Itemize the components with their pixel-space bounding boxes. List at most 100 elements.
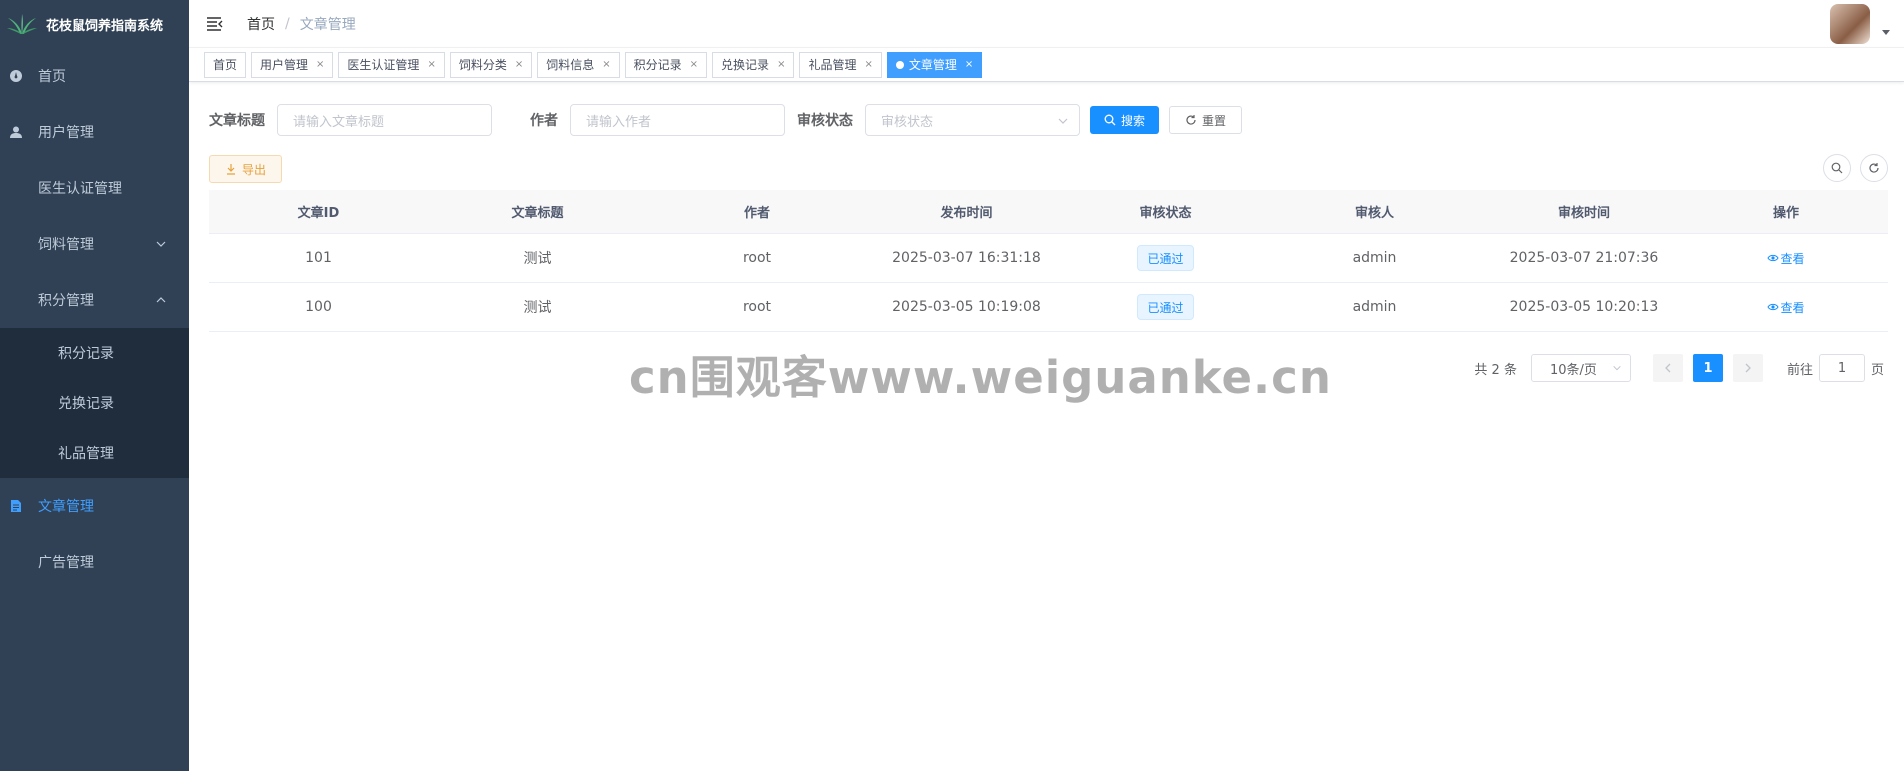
close-icon[interactable]: × [690, 59, 698, 70]
cell-title: 测试 [523, 300, 552, 316]
table-row: 101 测试 root 2025-03-07 16:31:18 已通过 admi… [209, 234, 1888, 283]
status-placeholder: 审核状态 [881, 114, 934, 130]
app-title: 花枝鼠饲养指南系统 [46, 18, 164, 34]
close-icon[interactable]: × [515, 59, 523, 70]
tag-label: 兑换记录 [721, 58, 770, 72]
sidebar-item-articles[interactable]: 文章管理 [0, 478, 189, 534]
column-header: 操作 [1772, 206, 1799, 221]
close-icon[interactable]: × [316, 59, 324, 70]
avatar[interactable] [1830, 4, 1870, 44]
chevron-down-icon [1058, 118, 1068, 124]
column-header: 作者 [743, 206, 770, 221]
view-button[interactable]: 查看 [1767, 299, 1805, 316]
author-placeholder: 请输入作者 [586, 114, 652, 130]
hamburger-icon[interactable] [205, 14, 225, 34]
search-icon [1104, 114, 1116, 126]
tag-label: 饲料信息 [546, 58, 595, 72]
table-header: 文章ID 文章标题 作者 发布时间 审核状态 审核人 审核时间 操作 [209, 190, 1888, 234]
tag-label: 礼品管理 [808, 58, 857, 72]
user-icon [8, 124, 24, 140]
cell-author: root [742, 250, 772, 266]
breadcrumb: 首页 / 文章管理 [247, 14, 356, 34]
column-header: 文章ID [297, 206, 340, 221]
cell-title: 测试 [523, 251, 552, 267]
cell-id: 100 [305, 299, 332, 315]
column-header: 审核人 [1354, 206, 1394, 221]
chevron-down-icon [156, 241, 166, 247]
watermark: cn围观客www.weiguanke.cn [629, 351, 1332, 404]
page-size-value: 10条/页 [1549, 362, 1597, 378]
dashboard-icon [8, 68, 24, 84]
submenu-item-exchange-records[interactable]: 兑换记录 [0, 378, 189, 428]
sidebar-item-label: 首页 [38, 69, 66, 85]
chevron-left-icon [1665, 363, 1671, 373]
search-button-label: 搜索 [1121, 113, 1146, 128]
sidebar-item-users[interactable]: 用户管理 [0, 104, 189, 160]
view-label: 查看 [1780, 300, 1805, 315]
cell-action: 查看 [1684, 250, 1888, 267]
title-label: 文章标题 [209, 113, 265, 129]
cell-publish-time: 2025-03-07 16:31:18 [892, 250, 1041, 266]
status-badge: 已通过 [1137, 245, 1194, 271]
search-form: 文章标题 请输入文章标题 作者 请输入作者 审核状态 审核状态 搜索 重置 [209, 104, 1243, 136]
close-icon[interactable]: × [965, 59, 973, 70]
search-icon [1831, 162, 1843, 174]
logo: 花枝鼠饲养指南系统 [0, 0, 189, 48]
active-dot-icon [895, 60, 904, 69]
tag-exchange-records[interactable]: 兑换记录 × [712, 51, 795, 78]
next-page-button[interactable] [1732, 354, 1763, 382]
export-button-label: 导出 [241, 162, 266, 177]
tag-points-records[interactable]: 积分记录 × [624, 51, 708, 78]
close-icon[interactable]: × [427, 59, 435, 70]
refresh-button[interactable] [1860, 154, 1888, 182]
cell-review-time: 2025-03-07 21:07:36 [1509, 250, 1659, 266]
status-select[interactable]: 审核状态 [865, 104, 1080, 136]
sidebar-item-feed[interactable]: 饲料管理 [0, 216, 189, 272]
goto-page-input[interactable]: 1 [1818, 354, 1865, 382]
tag-label: 积分记录 [633, 58, 682, 72]
caret-down-icon[interactable] [1882, 30, 1890, 35]
tag-articles[interactable]: 文章管理 × [886, 51, 983, 78]
author-label: 作者 [530, 113, 558, 129]
tag-label: 首页 [213, 58, 238, 72]
sidebar-item-doctor-auth[interactable]: 医生认证管理 [0, 160, 189, 216]
title-input[interactable]: 请输入文章标题 [277, 104, 492, 136]
page-unit-label: 页 [1870, 362, 1884, 378]
sidebar-item-label: 饲料管理 [38, 237, 94, 253]
close-icon[interactable]: × [864, 59, 872, 70]
breadcrumb-home[interactable]: 首页 [247, 14, 275, 34]
status-badge: 已通过 [1137, 294, 1194, 320]
close-icon[interactable]: × [602, 59, 610, 70]
page-number-current[interactable]: 1 [1692, 354, 1723, 382]
author-input[interactable]: 请输入作者 [570, 104, 785, 136]
sidebar-item-home[interactable]: 首页 [0, 48, 189, 104]
plant-logo-icon [7, 14, 37, 34]
tag-doctor-auth[interactable]: 医生认证管理 × [338, 51, 445, 78]
prev-page-button[interactable] [1652, 354, 1683, 382]
reset-button-label: 重置 [1202, 113, 1227, 128]
view-button[interactable]: 查看 [1767, 250, 1805, 267]
tag-feed-category[interactable]: 饲料分类 × [449, 51, 533, 78]
tag-gifts[interactable]: 礼品管理 × [799, 51, 882, 78]
close-icon[interactable]: × [777, 59, 785, 70]
page-size-select[interactable]: 10条/页 [1530, 354, 1631, 382]
sidebar-item-ads[interactable]: 广告管理 [0, 534, 189, 590]
refresh-icon [1869, 163, 1879, 173]
search-button[interactable]: 搜索 [1090, 106, 1160, 134]
tag-feed-info[interactable]: 饲料信息 × [537, 51, 620, 78]
submenu-item-gifts[interactable]: 礼品管理 [0, 428, 189, 478]
reset-button[interactable]: 重置 [1169, 106, 1243, 134]
document-icon [8, 498, 24, 514]
sidebar-item-points[interactable]: 积分管理 [0, 272, 189, 328]
column-header: 审核状态 [1139, 206, 1192, 221]
cell-action: 查看 [1684, 299, 1888, 316]
toggle-search-button[interactable] [1823, 154, 1851, 182]
submenu-item-points-records[interactable]: 积分记录 [0, 328, 189, 378]
table-row: 100 测试 root 2025-03-05 10:19:08 已通过 admi… [209, 283, 1888, 332]
chevron-down-icon [1613, 365, 1621, 371]
sidebar-item-label: 医生认证管理 [38, 181, 122, 197]
sidebar: 花枝鼠饲养指南系统 首页 用户管理 医生认证管理 饲料管理 积分管理 积分记录 … [0, 0, 189, 771]
tag-home[interactable]: 首页 [204, 51, 247, 78]
tag-users[interactable]: 用户管理 × [251, 51, 334, 78]
export-button[interactable]: 导出 [209, 155, 282, 183]
